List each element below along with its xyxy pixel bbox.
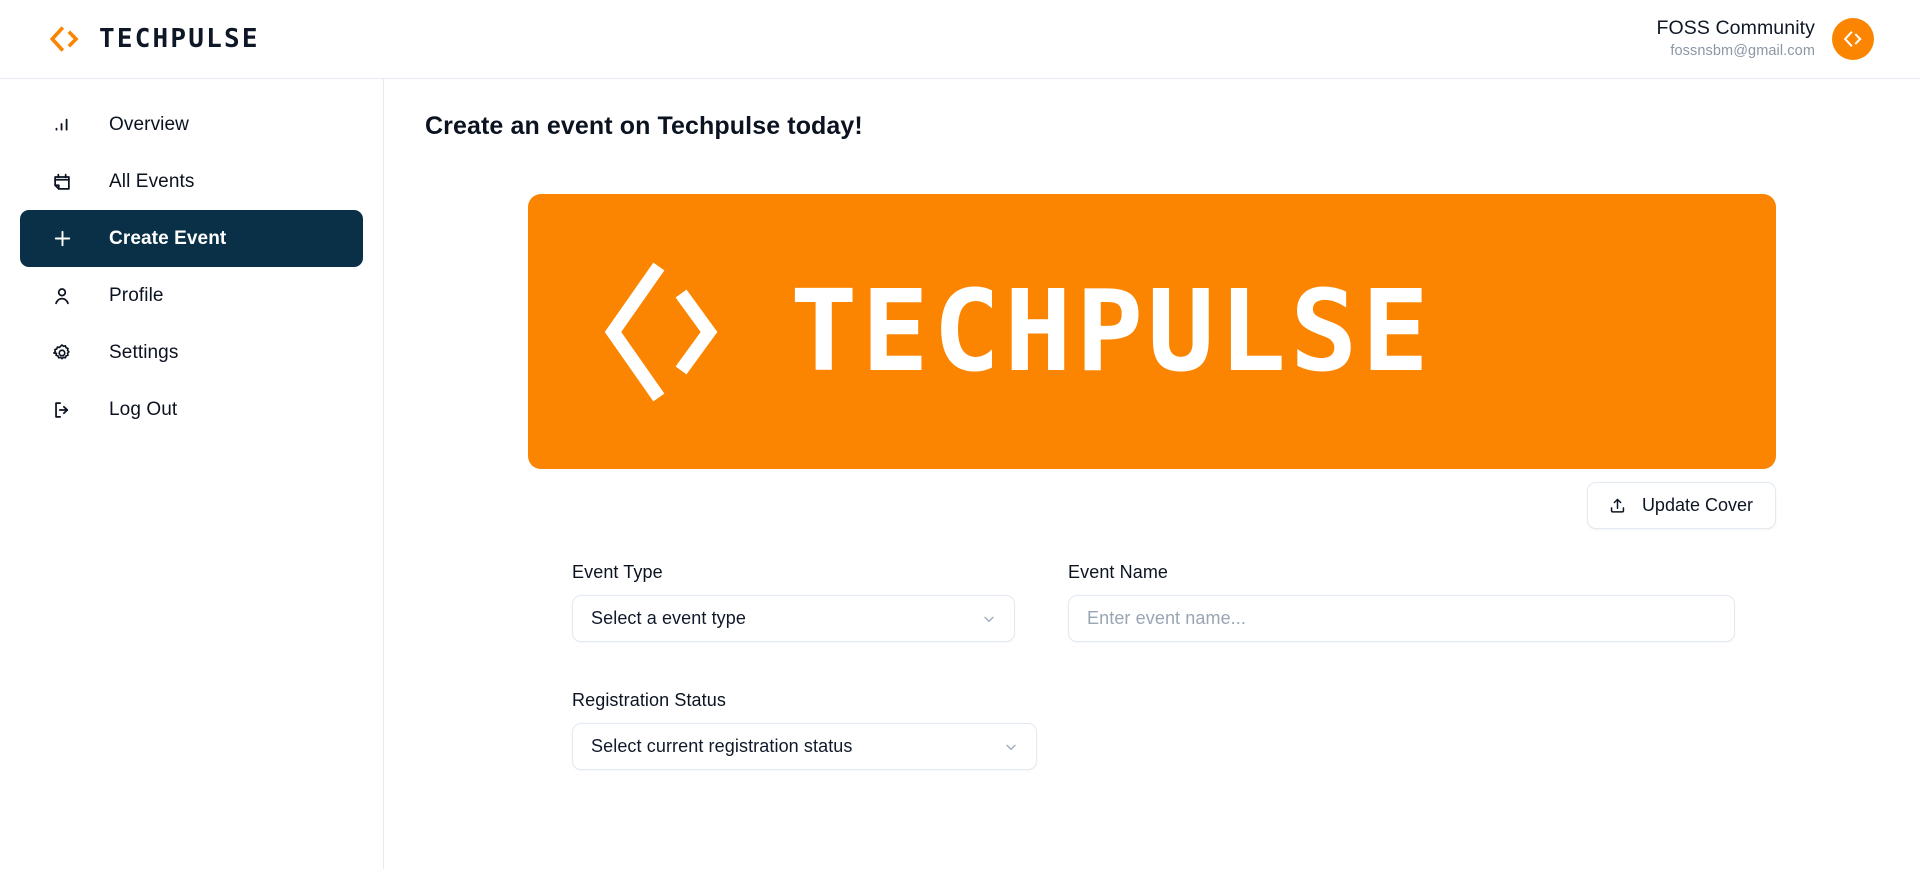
brand-logo[interactable]: TECHPULSE xyxy=(48,22,260,56)
sidebar-item-label: All Events xyxy=(109,170,195,192)
event-name-input[interactable]: Enter event name... xyxy=(1068,595,1735,642)
cover-wordmark: TECHPULSE xyxy=(790,266,1433,397)
avatar[interactable] xyxy=(1832,18,1874,60)
field-registration-status: Registration Status Select current regis… xyxy=(572,690,1037,770)
event-type-label: Event Type xyxy=(572,562,663,582)
event-name-label: Event Name xyxy=(1068,562,1169,582)
form-row-2-spacer xyxy=(1090,690,1757,770)
sidebar-item-settings[interactable]: Settings xyxy=(20,324,363,381)
sidebar-item-create-event[interactable]: Create Event xyxy=(20,210,363,267)
app-root: TECHPULSE FOSS Community fossnsbm@gmail.… xyxy=(0,0,1920,869)
field-event-name: Event Name Enter event name... xyxy=(1068,562,1735,642)
sidebar-nav: Overview All Events Create Event Profile… xyxy=(0,96,383,438)
sidebar-item-label: Settings xyxy=(109,341,179,363)
gear-icon xyxy=(50,341,74,365)
form-row-2: Registration Status Select current regis… xyxy=(572,690,1762,770)
event-name-placeholder: Enter event name... xyxy=(1087,608,1246,628)
chevron-down-icon xyxy=(980,610,998,628)
plus-icon xyxy=(50,227,74,251)
event-type-value: Select a event type xyxy=(591,608,746,628)
sidebar: Overview All Events Create Event Profile… xyxy=(0,79,384,869)
event-cover-banner[interactable]: TECHPULSE xyxy=(528,194,1776,469)
brand-name: TECHPULSE xyxy=(99,24,260,54)
sidebar-item-overview[interactable]: Overview xyxy=(20,96,363,153)
account-email: fossnsbm@gmail.com xyxy=(1670,43,1815,60)
form-row-1: Event Type Select a event type Event Nam… xyxy=(572,562,1762,642)
main-content: Create an event on Techpulse today! TECH… xyxy=(385,79,1920,869)
account-menu[interactable]: FOSS Community fossnsbm@gmail.com xyxy=(1656,17,1900,60)
sidebar-item-profile[interactable]: Profile xyxy=(20,267,363,324)
code-brackets-icon xyxy=(1843,30,1862,48)
logout-icon xyxy=(50,398,74,422)
sidebar-item-log-out[interactable]: Log Out xyxy=(20,381,363,438)
sidebar-item-label: Overview xyxy=(109,113,189,135)
sidebar-item-label: Log Out xyxy=(109,398,178,420)
update-cover-row: Update Cover xyxy=(528,482,1776,529)
registration-status-value: Select current registration status xyxy=(591,736,853,756)
field-event-type: Event Type Select a event type xyxy=(572,562,1015,642)
calendar-icon xyxy=(50,170,74,194)
sidebar-item-label: Create Event xyxy=(109,227,227,249)
upload-icon xyxy=(1608,496,1627,515)
app-header: TECHPULSE FOSS Community fossnsbm@gmail.… xyxy=(0,0,1920,79)
update-cover-label: Update Cover xyxy=(1641,495,1753,515)
registration-status-label: Registration Status xyxy=(572,690,726,710)
account-text: FOSS Community fossnsbm@gmail.com xyxy=(1656,17,1815,60)
sidebar-item-label: Profile xyxy=(109,284,164,306)
code-brackets-icon xyxy=(49,26,79,52)
page-title: Create an event on Techpulse today! xyxy=(425,112,863,140)
code-brackets-icon xyxy=(604,262,718,401)
sidebar-item-all-events[interactable]: All Events xyxy=(20,153,363,210)
bar-chart-icon xyxy=(50,113,74,137)
event-type-select[interactable]: Select a event type xyxy=(572,595,1015,642)
update-cover-button[interactable]: Update Cover xyxy=(1586,482,1776,529)
chevron-down-icon xyxy=(1002,738,1020,756)
registration-status-select[interactable]: Select current registration status xyxy=(572,723,1037,770)
create-event-form: Event Type Select a event type Event Nam… xyxy=(572,562,1762,770)
account-name: FOSS Community xyxy=(1656,17,1815,40)
user-icon xyxy=(50,284,74,308)
